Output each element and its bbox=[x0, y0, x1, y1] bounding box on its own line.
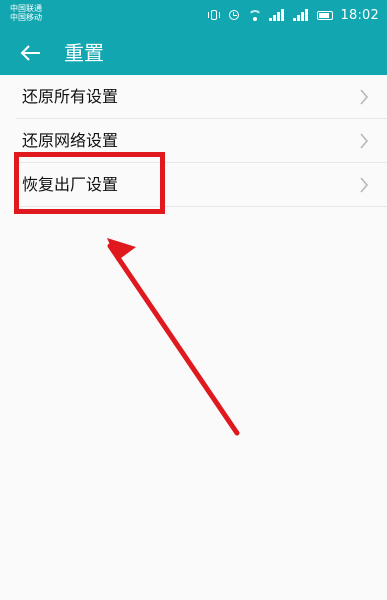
vibrate-icon bbox=[207, 9, 221, 21]
chevron-right-icon bbox=[359, 133, 369, 149]
carrier-label-secondary: 中国移动 bbox=[10, 13, 42, 22]
reset-network-settings-label: 还原网络设置 bbox=[22, 131, 119, 150]
chevron-right-icon bbox=[359, 89, 369, 105]
signal-icon bbox=[292, 9, 311, 21]
status-bar: 中国联通 中国移动 18:02 bbox=[0, 0, 387, 30]
signal-icon bbox=[268, 9, 287, 21]
back-arrow-icon bbox=[20, 45, 40, 61]
app-header: 重置 bbox=[0, 30, 387, 75]
page-title: 重置 bbox=[64, 41, 104, 65]
status-time: 18:02 bbox=[340, 7, 379, 23]
carrier-labels: 中国联通 中国移动 bbox=[10, 4, 90, 22]
settings-screen: 中国联通 中国移动 18:02 重置 还原所有设置 还原网络设置 恢复出厂设置 bbox=[0, 0, 387, 600]
reset-all-settings-label: 还原所有设置 bbox=[22, 87, 119, 106]
wifi-icon bbox=[247, 9, 263, 21]
status-icons: 18:02 bbox=[207, 7, 379, 23]
chevron-right-icon bbox=[359, 177, 369, 193]
back-button[interactable] bbox=[18, 40, 44, 66]
highlight-box bbox=[14, 152, 165, 214]
reset-all-settings-item[interactable]: 还原所有设置 bbox=[16, 75, 387, 119]
alarm-icon bbox=[227, 9, 241, 21]
battery-icon bbox=[316, 9, 335, 21]
carrier-label-primary: 中国联通 bbox=[10, 4, 42, 13]
